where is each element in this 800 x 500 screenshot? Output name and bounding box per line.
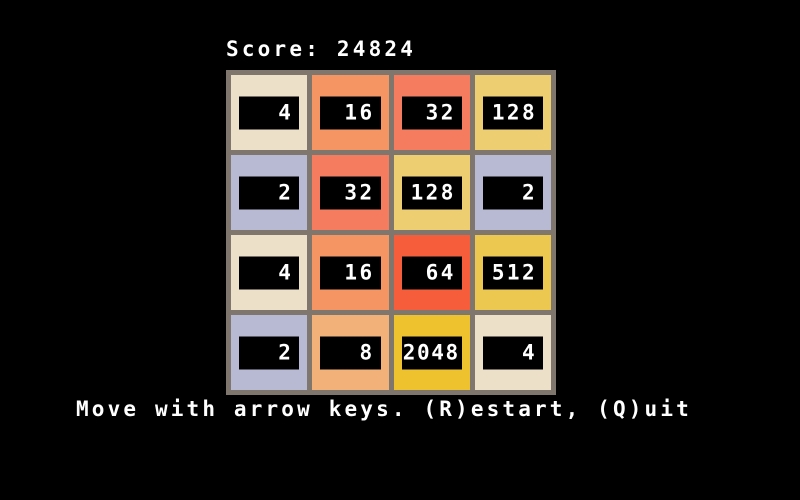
board-tile-r1-c1: 4 [231, 75, 308, 150]
tile-value-box: 2 [239, 336, 300, 369]
tile-value: 4 [278, 100, 294, 124]
tile-value-box: 4 [239, 256, 300, 289]
tile-value: 2 [278, 180, 294, 204]
tile-value: 16 [344, 260, 375, 284]
tile-value-box: 2 [482, 176, 543, 209]
tile-value-box: 64 [401, 256, 462, 289]
tile-value: 32 [425, 100, 456, 124]
tile-value: 2 [278, 340, 294, 364]
board-tile-r2-c4: 2 [474, 155, 551, 230]
tile-value: 4 [521, 340, 537, 364]
tile-value: 32 [344, 180, 375, 204]
tile-value-box: 4 [239, 96, 300, 129]
tile-value-box: 128 [482, 96, 543, 129]
board-tile-r1-c3: 32 [393, 75, 470, 150]
board-tile-r2-c3: 128 [393, 155, 470, 230]
tile-value-box: 2 [239, 176, 300, 209]
tile-value: 128 [491, 100, 537, 124]
board-tile-r4-c2: 8 [312, 315, 389, 390]
tile-value-box: 8 [320, 336, 381, 369]
board-tile-r4-c1: 2 [231, 315, 308, 390]
board-tile-r1-c4: 128 [474, 75, 551, 150]
board-tile-r2-c2: 32 [312, 155, 389, 230]
tile-value-box: 4 [482, 336, 543, 369]
board-tile-r4-c4: 4 [474, 315, 551, 390]
tile-value: 2048 [402, 340, 460, 364]
tile-value: 4 [278, 260, 294, 284]
board-tile-r4-c3: 2048 [393, 315, 470, 390]
tile-value-box: 128 [401, 176, 462, 209]
tile-value: 64 [425, 260, 456, 284]
board-tile-r2-c1: 2 [231, 155, 308, 230]
tile-value: 16 [344, 100, 375, 124]
controls-hint: Move with arrow keys. (R)estart, (Q)uit [76, 397, 692, 421]
tile-value: 2 [521, 180, 537, 204]
tile-value-box: 16 [320, 256, 381, 289]
tile-value-box: 32 [401, 96, 462, 129]
board-tile-r3-c1: 4 [231, 235, 308, 310]
tile-value-box: 512 [482, 256, 543, 289]
tile-value-box: 2048 [401, 336, 462, 369]
tile-value: 128 [410, 180, 456, 204]
board-tile-r3-c3: 64 [393, 235, 470, 310]
tile-value-box: 16 [320, 96, 381, 129]
tile-value: 8 [359, 340, 375, 364]
board-tile-r3-c2: 16 [312, 235, 389, 310]
tile-value: 512 [491, 260, 537, 284]
game-board[interactable]: 4 16 32 128 2 32 128 2 4 16 64 512 2 8 2048 4 [226, 70, 556, 395]
tile-value-box: 32 [320, 176, 381, 209]
game-screen: Score: 24824 4 16 32 128 2 32 128 2 4 16 64 512 2 8 20… [0, 0, 800, 500]
score-display: Score: 24824 [226, 37, 417, 61]
board-tile-r1-c2: 16 [312, 75, 389, 150]
board-tile-r3-c4: 512 [474, 235, 551, 310]
